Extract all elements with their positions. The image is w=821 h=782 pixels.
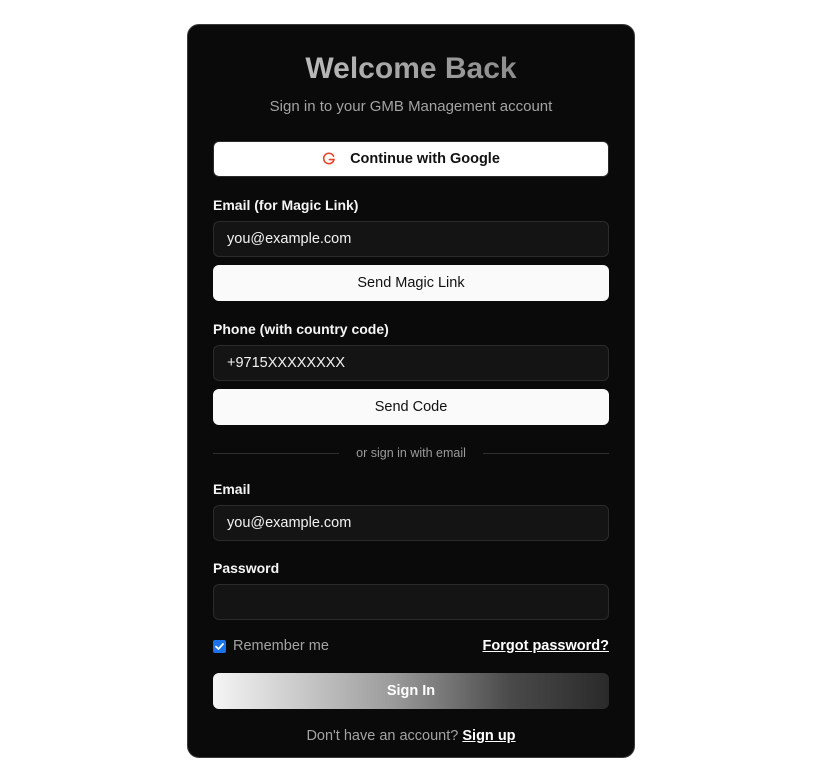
email-input[interactable]: you@example.com [213, 505, 609, 541]
checkmark-icon [215, 642, 224, 650]
magic-link-email-value: you@example.com [227, 231, 352, 247]
divider-line-left [213, 452, 340, 454]
forgot-password-link[interactable]: Forgot password? [483, 638, 609, 654]
continue-with-google-label: Continue with Google [350, 151, 500, 167]
phone-label: Phone (with country code) [213, 321, 389, 337]
divider: or sign in with email [213, 445, 610, 461]
send-code-button[interactable]: Send Code [213, 389, 609, 425]
remember-me: Remember me [213, 638, 329, 654]
password-input[interactable] [213, 584, 609, 620]
phone-input[interactable]: +9715XXXXXXXX [213, 345, 609, 381]
email-value: you@example.com [227, 515, 352, 531]
signin-options-row: Remember me Forgot password? [213, 636, 609, 656]
google-g-icon [323, 152, 336, 165]
sign-in-button[interactable]: Sign In [213, 673, 609, 709]
signin-card: Welcome Back Sign in to your GMB Managem… [187, 24, 635, 758]
magic-link-email-input[interactable]: you@example.com [213, 221, 609, 257]
signup-prompt: Don't have an account? Sign up [213, 726, 609, 746]
phone-value: +9715XXXXXXXX [227, 355, 346, 371]
continue-with-google-button[interactable]: Continue with Google [213, 141, 609, 177]
send-magic-link-label: Send Magic Link [357, 275, 465, 291]
sign-up-link[interactable]: Sign up [462, 728, 515, 744]
signup-prompt-text: Don't have an account? [306, 728, 459, 744]
divider-text: or sign in with email [356, 446, 466, 460]
page-title: Welcome Back [213, 51, 609, 87]
page-subtitle: Sign in to your GMB Management account [269, 98, 553, 115]
send-code-label: Send Code [374, 399, 448, 415]
send-magic-link-button[interactable]: Send Magic Link [213, 265, 609, 301]
remember-me-label: Remember me [233, 638, 329, 654]
divider-line-right [482, 452, 610, 454]
password-label: Password [213, 560, 280, 576]
email-label: Email [213, 481, 251, 497]
sign-in-label: Sign In [386, 683, 436, 699]
remember-me-checkbox[interactable] [213, 639, 226, 653]
magic-link-email-label: Email (for Magic Link) [213, 197, 359, 213]
